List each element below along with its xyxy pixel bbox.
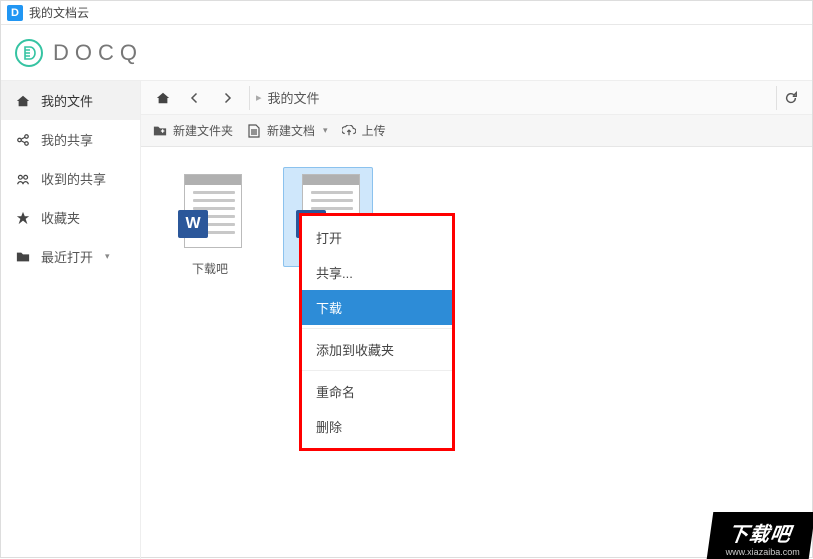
toolbar-label: 新建文档: [267, 122, 315, 139]
sidebar-item-my-shares[interactable]: 我的共享: [1, 120, 140, 159]
window-title: 我的文档云: [29, 4, 89, 21]
refresh-button[interactable]: [776, 86, 804, 110]
new-doc-button[interactable]: 新建文档 ▾: [247, 122, 328, 139]
brand-logo: DOCQ: [15, 39, 143, 67]
menu-separator: [302, 370, 452, 371]
app-header: DOCQ: [1, 25, 812, 81]
context-menu-delete[interactable]: 删除: [302, 409, 452, 444]
breadcrumb-segment: 我的文件: [268, 88, 320, 107]
toolbar: 新建文件夹 新建文档 ▾ 上传: [141, 115, 812, 147]
file-name: 下载吧: [192, 260, 228, 277]
recent-icon: [15, 249, 31, 265]
sidebar-item-my-files[interactable]: 我的文件: [1, 81, 140, 120]
share-icon: [15, 132, 31, 148]
sidebar-item-received-shares[interactable]: 收到的共享: [1, 159, 140, 198]
toolbar-label: 上传: [362, 122, 386, 139]
nav-home-button[interactable]: [149, 86, 177, 110]
file-grid[interactable]: W 下载吧 W: [141, 147, 812, 559]
nav-forward-button[interactable]: [213, 86, 241, 110]
chevron-down-icon: ▾: [323, 125, 328, 136]
context-menu-open[interactable]: 打开: [302, 220, 452, 255]
context-menu-share[interactable]: 共享...: [302, 255, 452, 290]
menu-separator: [302, 328, 452, 329]
context-menu-download[interactable]: 下载: [302, 290, 452, 325]
watermark: 下载吧 www.xiazaiba.com: [707, 512, 813, 559]
file-item[interactable]: W 下载吧: [165, 167, 255, 284]
brand-mark-icon: [15, 39, 43, 67]
sidebar-item-recent[interactable]: 最近打开 ▾: [1, 237, 140, 276]
breadcrumb-path[interactable]: ▸ 我的文件: [249, 86, 772, 110]
context-menu: 打开 共享... 下载 添加到收藏夹 重命名 删除: [299, 213, 455, 451]
new-doc-icon: [247, 124, 261, 138]
sidebar: 我的文件 我的共享 收到的共享 收藏夹 最近打开 ▾: [1, 81, 141, 559]
favicon-icon: D: [7, 5, 23, 21]
nav-back-button[interactable]: [181, 86, 209, 110]
star-icon: [15, 210, 31, 226]
word-doc-icon: W: [178, 174, 242, 252]
sidebar-item-label: 最近打开: [41, 247, 93, 266]
upload-icon: [342, 124, 356, 138]
sidebar-item-favorites[interactable]: 收藏夹: [1, 198, 140, 237]
chevron-down-icon: ▾: [105, 251, 110, 262]
new-folder-icon: [153, 124, 167, 138]
watermark-text: 下载吧: [726, 524, 792, 546]
received-icon: [15, 171, 31, 187]
window-title-bar: D 我的文档云: [1, 1, 812, 25]
sidebar-item-label: 收藏夹: [41, 208, 80, 227]
home-icon: [15, 93, 31, 109]
sidebar-item-label: 我的共享: [41, 130, 93, 149]
new-folder-button[interactable]: 新建文件夹: [153, 122, 233, 139]
main-panel: ▸ 我的文件 新建文件夹 新建文档 ▾ 上传: [141, 81, 812, 559]
context-menu-rename[interactable]: 重命名: [302, 374, 452, 409]
sidebar-item-label: 我的文件: [41, 91, 93, 110]
toolbar-label: 新建文件夹: [173, 122, 233, 139]
upload-button[interactable]: 上传: [342, 122, 386, 139]
brand-name: DOCQ: [53, 40, 143, 66]
breadcrumb-bar: ▸ 我的文件: [141, 81, 812, 115]
context-menu-add-favorite[interactable]: 添加到收藏夹: [302, 332, 452, 367]
watermark-url: www.xiazaiba.com: [726, 547, 800, 557]
breadcrumb-separator-icon: ▸: [256, 91, 262, 104]
sidebar-item-label: 收到的共享: [41, 169, 106, 188]
